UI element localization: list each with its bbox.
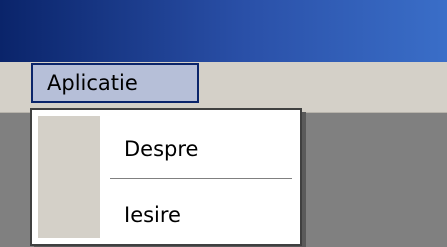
menu-option-despre[interactable]: Despre bbox=[124, 137, 198, 161]
menu-separator bbox=[110, 178, 292, 180]
window-title-bar bbox=[0, 0, 447, 62]
menu-option-despre-label: Despre bbox=[124, 137, 199, 161]
menu-icon-strip bbox=[38, 116, 100, 238]
dropdown-menu: Despre Iesire bbox=[30, 108, 302, 246]
menu-aplicatie[interactable]: Aplicatie bbox=[31, 63, 199, 103]
menu-aplicatie-label: Aplicatie bbox=[47, 71, 138, 95]
menu-option-iesire[interactable]: Iesire bbox=[124, 203, 181, 227]
menu-option-iesire-label: Iesire bbox=[124, 203, 181, 227]
